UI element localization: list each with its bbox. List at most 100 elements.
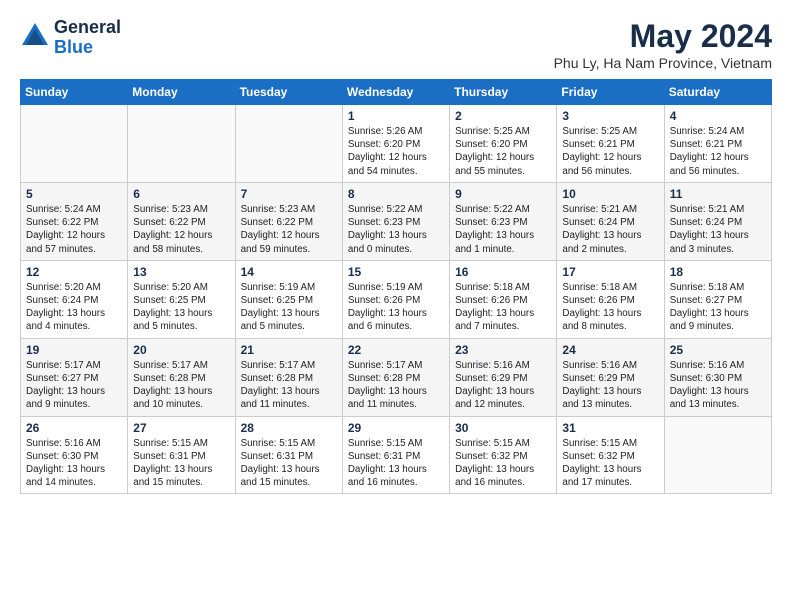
day-number: 28 xyxy=(241,421,337,435)
logo: General Blue xyxy=(20,18,121,58)
day-info: Sunrise: 5:15 AMSunset: 6:31 PMDaylight:… xyxy=(241,437,337,490)
calendar-cell: 5Sunrise: 5:24 AMSunset: 6:22 PMDaylight… xyxy=(21,182,128,260)
calendar-cell: 9 Sunrise: 5:22 AMSunset: 6:23 PMDaylight… xyxy=(450,182,557,260)
day-info: Sunrise: 5:19 AMSunset: 6:25 PMDaylight:… xyxy=(241,281,337,334)
day-info: Sunrise: 5:16 AMSunset: 6:29 PMDaylight:… xyxy=(455,359,551,412)
header-sunday: Sunday xyxy=(21,80,128,105)
header-monday: Monday xyxy=(128,80,235,105)
day-number: 22 xyxy=(348,343,444,357)
day-number: 3 xyxy=(562,109,658,123)
day-number: 11 xyxy=(670,187,766,201)
logo-text: General Blue xyxy=(54,18,121,58)
day-info: Sunrise: 5:16 AMSunset: 6:29 PMDaylight:… xyxy=(562,359,658,412)
day-number: 10 xyxy=(562,187,658,201)
day-info: Sunrise: 5:17 AMSunset: 6:28 PMDaylight:… xyxy=(133,359,229,412)
calendar-week-row: 1 Sunrise: 5:26 AMSunset: 6:20 PMDaylight… xyxy=(21,105,772,183)
calendar-cell: 18 Sunrise: 5:18 AMSunset: 6:27 PMDayligh… xyxy=(664,260,771,338)
day-number: 25 xyxy=(670,343,766,357)
calendar-week-row: 26 Sunrise: 5:16 AMSunset: 6:30 PMDayligh… xyxy=(21,416,772,494)
calendar-cell: 11 Sunrise: 5:21 AMSunset: 6:24 PMDayligh… xyxy=(664,182,771,260)
day-info: Sunrise: 5:18 AMSunset: 6:27 PMDaylight:… xyxy=(670,281,766,334)
calendar-cell: 13Sunrise: 5:20 AMSunset: 6:25 PMDayligh… xyxy=(128,260,235,338)
calendar-cell: 25 Sunrise: 5:16 AMSunset: 6:30 PMDayligh… xyxy=(664,338,771,416)
calendar-cell: 17 Sunrise: 5:18 AMSunset: 6:26 PMDayligh… xyxy=(557,260,664,338)
weekday-header-row: Sunday Monday Tuesday Wednesday Thursday… xyxy=(21,80,772,105)
calendar-cell: 19 Sunrise: 5:17 AMSunset: 6:27 PMDayligh… xyxy=(21,338,128,416)
header: General Blue May 2024 Phu Ly, Ha Nam Pro… xyxy=(20,18,772,71)
day-number: 13 xyxy=(133,265,229,279)
header-thursday: Thursday xyxy=(450,80,557,105)
calendar-cell: 3 Sunrise: 5:25 AMSunset: 6:21 PMDaylight… xyxy=(557,105,664,183)
day-number: 29 xyxy=(348,421,444,435)
day-number: 27 xyxy=(133,421,229,435)
day-info: Sunrise: 5:17 AMSunset: 6:27 PMDaylight:… xyxy=(26,359,122,412)
day-info: Sunrise: 5:22 AMSunset: 6:23 PMDaylight:… xyxy=(455,203,551,256)
logo-blue-text: Blue xyxy=(54,38,121,58)
day-info: Sunrise: 5:25 AMSunset: 6:21 PMDaylight:… xyxy=(562,125,658,178)
calendar-cell: 30 Sunrise: 5:15 AMSunset: 6:32 PMDayligh… xyxy=(450,416,557,494)
calendar-cell: 2Sunrise: 5:25 AMSunset: 6:20 PMDaylight… xyxy=(450,105,557,183)
day-info: Sunrise: 5:17 AMSunset: 6:28 PMDaylight:… xyxy=(348,359,444,412)
day-number: 16 xyxy=(455,265,551,279)
day-info: Sunrise: 5:18 AMSunset: 6:26 PMDaylight:… xyxy=(562,281,658,334)
calendar-cell: 1 Sunrise: 5:26 AMSunset: 6:20 PMDaylight… xyxy=(342,105,449,183)
calendar-cell: 29 Sunrise: 5:15 AMSunset: 6:31 PMDayligh… xyxy=(342,416,449,494)
day-number: 1 xyxy=(348,109,444,123)
calendar-cell xyxy=(235,105,342,183)
day-info: Sunrise: 5:21 AMSunset: 6:24 PMDaylight:… xyxy=(670,203,766,256)
day-number: 18 xyxy=(670,265,766,279)
day-info: Sunrise: 5:24 AMSunset: 6:22 PMDaylight:… xyxy=(26,203,122,256)
day-info: Sunrise: 5:24 AMSunset: 6:21 PMDaylight:… xyxy=(670,125,766,178)
logo-icon xyxy=(20,21,50,51)
calendar-cell: 16 Sunrise: 5:18 AMSunset: 6:26 PMDayligh… xyxy=(450,260,557,338)
title-month: May 2024 xyxy=(554,18,772,55)
day-number: 7 xyxy=(241,187,337,201)
calendar-cell: 31 Sunrise: 5:15 AMSunset: 6:32 PMDayligh… xyxy=(557,416,664,494)
calendar-cell: 24 Sunrise: 5:16 AMSunset: 6:29 PMDayligh… xyxy=(557,338,664,416)
calendar-week-row: 12 Sunrise: 5:20 AMSunset: 6:24 PMDayligh… xyxy=(21,260,772,338)
calendar-cell xyxy=(128,105,235,183)
page: General Blue May 2024 Phu Ly, Ha Nam Pro… xyxy=(0,0,792,506)
day-number: 8 xyxy=(348,187,444,201)
calendar-cell: 23 Sunrise: 5:16 AMSunset: 6:29 PMDayligh… xyxy=(450,338,557,416)
logo-general-text: General xyxy=(54,18,121,38)
day-number: 12 xyxy=(26,265,122,279)
calendar-cell: 6Sunrise: 5:23 AMSunset: 6:22 PMDaylight… xyxy=(128,182,235,260)
day-number: 2 xyxy=(455,109,551,123)
calendar-cell xyxy=(664,416,771,494)
day-info: Sunrise: 5:22 AMSunset: 6:23 PMDaylight:… xyxy=(348,203,444,256)
day-number: 20 xyxy=(133,343,229,357)
day-number: 30 xyxy=(455,421,551,435)
day-number: 19 xyxy=(26,343,122,357)
header-saturday: Saturday xyxy=(664,80,771,105)
day-info: Sunrise: 5:20 AMSunset: 6:24 PMDaylight:… xyxy=(26,281,122,334)
day-number: 31 xyxy=(562,421,658,435)
day-info: Sunrise: 5:16 AMSunset: 6:30 PMDaylight:… xyxy=(670,359,766,412)
day-number: 23 xyxy=(455,343,551,357)
calendar-cell: 21Sunrise: 5:17 AMSunset: 6:28 PMDayligh… xyxy=(235,338,342,416)
calendar-week-row: 19 Sunrise: 5:17 AMSunset: 6:27 PMDayligh… xyxy=(21,338,772,416)
calendar-cell: 26 Sunrise: 5:16 AMSunset: 6:30 PMDayligh… xyxy=(21,416,128,494)
calendar-cell: 4 Sunrise: 5:24 AMSunset: 6:21 PMDaylight… xyxy=(664,105,771,183)
day-number: 15 xyxy=(348,265,444,279)
day-info: Sunrise: 5:16 AMSunset: 6:30 PMDaylight:… xyxy=(26,437,122,490)
day-info: Sunrise: 5:15 AMSunset: 6:32 PMDaylight:… xyxy=(562,437,658,490)
day-info: Sunrise: 5:15 AMSunset: 6:31 PMDaylight:… xyxy=(348,437,444,490)
day-number: 26 xyxy=(26,421,122,435)
day-info: Sunrise: 5:15 AMSunset: 6:31 PMDaylight:… xyxy=(133,437,229,490)
day-info: Sunrise: 5:18 AMSunset: 6:26 PMDaylight:… xyxy=(455,281,551,334)
day-number: 17 xyxy=(562,265,658,279)
day-info: Sunrise: 5:23 AMSunset: 6:22 PMDaylight:… xyxy=(133,203,229,256)
day-info: Sunrise: 5:17 AMSunset: 6:28 PMDaylight:… xyxy=(241,359,337,412)
header-tuesday: Tuesday xyxy=(235,80,342,105)
day-info: Sunrise: 5:15 AMSunset: 6:32 PMDaylight:… xyxy=(455,437,551,490)
day-number: 9 xyxy=(455,187,551,201)
day-info: Sunrise: 5:26 AMSunset: 6:20 PMDaylight:… xyxy=(348,125,444,178)
calendar-cell xyxy=(21,105,128,183)
calendar-cell: 14Sunrise: 5:19 AMSunset: 6:25 PMDayligh… xyxy=(235,260,342,338)
title-location: Phu Ly, Ha Nam Province, Vietnam xyxy=(554,55,772,71)
calendar-cell: 12 Sunrise: 5:20 AMSunset: 6:24 PMDayligh… xyxy=(21,260,128,338)
calendar-week-row: 5Sunrise: 5:24 AMSunset: 6:22 PMDaylight… xyxy=(21,182,772,260)
day-number: 4 xyxy=(670,109,766,123)
day-number: 24 xyxy=(562,343,658,357)
